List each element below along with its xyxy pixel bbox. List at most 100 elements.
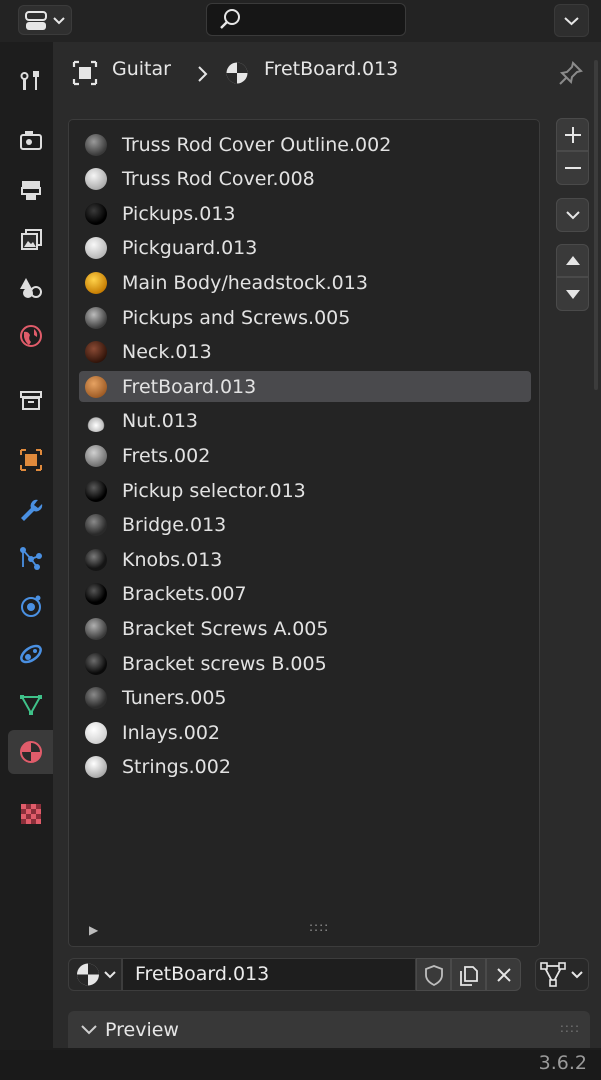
material-slot-row[interactable]: Main Body/headstock.013 <box>79 267 531 298</box>
slot-specials-button[interactable] <box>556 198 589 232</box>
material-slot-row[interactable]: Truss Rod Cover.008 <box>79 164 531 195</box>
drag-handle-icon[interactable]: :::: <box>560 1021 580 1035</box>
chevron-down-icon <box>81 1025 97 1035</box>
material-preview-icon <box>85 548 107 571</box>
tab-render[interactable] <box>8 118 53 162</box>
properties-tab-bar <box>0 42 53 1050</box>
material-slot-label: Inlays.002 <box>122 721 221 744</box>
tab-material[interactable] <box>8 730 53 774</box>
material-name-field[interactable]: FretBoard.013 <box>122 958 416 991</box>
duplicate-material-button[interactable] <box>451 958 486 991</box>
object-icon <box>19 449 42 471</box>
tab-object[interactable] <box>8 438 53 482</box>
breadcrumb-object: Guitar <box>112 58 171 80</box>
minus-icon <box>564 167 581 169</box>
material-slot-row[interactable]: Strings.002 <box>79 752 531 783</box>
header-bar <box>0 0 601 42</box>
material-slot-label: Pickup selector.013 <box>122 479 306 502</box>
tab-particles[interactable] <box>8 536 53 580</box>
material-preview-icon <box>85 617 107 640</box>
modifier-icon <box>20 499 42 521</box>
tab-collection[interactable] <box>8 378 53 422</box>
node-link-button[interactable] <box>535 958 589 991</box>
add-slot-button[interactable] <box>556 118 589 151</box>
material-preview-icon <box>85 583 107 606</box>
tab-view-layer[interactable] <box>8 218 53 262</box>
breadcrumb-material: FretBoard.013 <box>264 58 399 80</box>
material-slot-row[interactable]: Inlays.002 <box>79 717 531 748</box>
material-slot-label: Truss Rod Cover Outline.002 <box>122 133 392 156</box>
view-layer-icon <box>20 229 42 250</box>
material-icon <box>226 62 248 84</box>
remove-slot-button[interactable] <box>556 151 589 185</box>
data-icon <box>19 695 42 716</box>
move-slot-down-button[interactable] <box>556 277 589 311</box>
editor-type-button[interactable] <box>18 5 72 35</box>
chevron-right-icon <box>198 66 208 82</box>
object-icon <box>72 60 98 86</box>
tab-physics[interactable] <box>8 584 53 628</box>
move-slot-up-button[interactable] <box>556 244 589 277</box>
material-slot-label: FretBoard.013 <box>122 375 257 398</box>
tab-output[interactable] <box>8 168 53 212</box>
material-slot-row[interactable]: Nut.013 <box>79 406 531 437</box>
material-preview-icon <box>85 271 107 294</box>
material-slot-row[interactable]: Pickguard.013 <box>79 233 531 264</box>
material-preview-icon <box>85 306 107 329</box>
material-slot-label: Pickups.013 <box>122 202 236 225</box>
options-dropdown-button[interactable] <box>554 4 589 37</box>
scene-icon <box>19 278 42 298</box>
material-slot-row[interactable]: Pickups.013 <box>79 198 531 229</box>
triangle-down-icon <box>565 290 580 299</box>
tab-modifier[interactable] <box>8 488 53 532</box>
material-preview-icon <box>85 410 107 433</box>
material-slot-row[interactable]: FretBoard.013 <box>79 371 531 403</box>
material-slot-row[interactable]: Bracket Screws A.005 <box>79 613 531 644</box>
material-preview-icon <box>85 652 107 675</box>
material-slot-row[interactable]: Bridge.013 <box>79 510 531 541</box>
material-slot-label: Tuners.005 <box>122 687 227 710</box>
fake-user-button[interactable] <box>416 958 451 991</box>
material-slot-row[interactable]: Pickup selector.013 <box>79 475 531 506</box>
material-slot-row[interactable]: Bracket screws B.005 <box>79 648 531 679</box>
tab-scene[interactable] <box>8 266 53 310</box>
material-preview-icon <box>85 756 107 779</box>
material-slot-label: Pickups and Screws.005 <box>122 306 351 329</box>
status-bar: 3.6.2 <box>0 1050 601 1080</box>
unlink-material-button[interactable] <box>486 958 521 991</box>
pin-icon[interactable] <box>558 60 584 86</box>
resize-grip[interactable]: :::: <box>309 920 329 934</box>
expand-filter-icon[interactable]: ▶ <box>89 923 98 937</box>
material-slot-label: Frets.002 <box>122 444 211 467</box>
material-browse-button[interactable] <box>68 958 122 991</box>
material-slot-row[interactable]: Knobs.013 <box>79 544 531 575</box>
physics-icon <box>20 595 41 617</box>
material-slot-row[interactable]: Brackets.007 <box>79 579 531 610</box>
material-slot-row[interactable]: Truss Rod Cover Outline.002 <box>79 129 531 160</box>
material-slot-label: Bracket Screws A.005 <box>122 617 329 640</box>
material-slot-list[interactable]: Truss Rod Cover Outline.002 Truss Rod Cov… <box>68 119 540 947</box>
collection-icon <box>19 391 42 410</box>
material-preview-icon <box>85 479 107 502</box>
panel-scrollbar[interactable] <box>594 60 598 390</box>
triangle-up-icon <box>565 255 580 265</box>
material-preview-icon <box>85 721 107 744</box>
tab-constraints[interactable] <box>8 632 53 676</box>
tab-texture[interactable] <box>8 792 53 836</box>
material-slot-row[interactable]: Frets.002 <box>79 440 531 471</box>
material-slot-label: Bridge.013 <box>122 514 227 537</box>
preview-panel-header[interactable]: Preview :::: <box>68 1011 590 1048</box>
search-field[interactable] <box>206 3 406 36</box>
tab-data[interactable] <box>8 682 53 726</box>
tab-world[interactable] <box>8 314 53 358</box>
material-preview-icon <box>85 133 107 156</box>
material-slot-row[interactable]: Neck.013 <box>79 337 531 368</box>
shield-icon <box>424 964 443 986</box>
close-icon <box>496 967 511 982</box>
tab-tool[interactable] <box>8 58 53 102</box>
material-slot-row[interactable]: Tuners.005 <box>79 683 531 714</box>
duplicate-icon <box>459 965 478 986</box>
material-slot-row[interactable]: Pickups and Screws.005 <box>79 302 531 333</box>
preview-label: Preview <box>105 1019 179 1041</box>
material-slot-label: Pickguard.013 <box>122 237 258 260</box>
